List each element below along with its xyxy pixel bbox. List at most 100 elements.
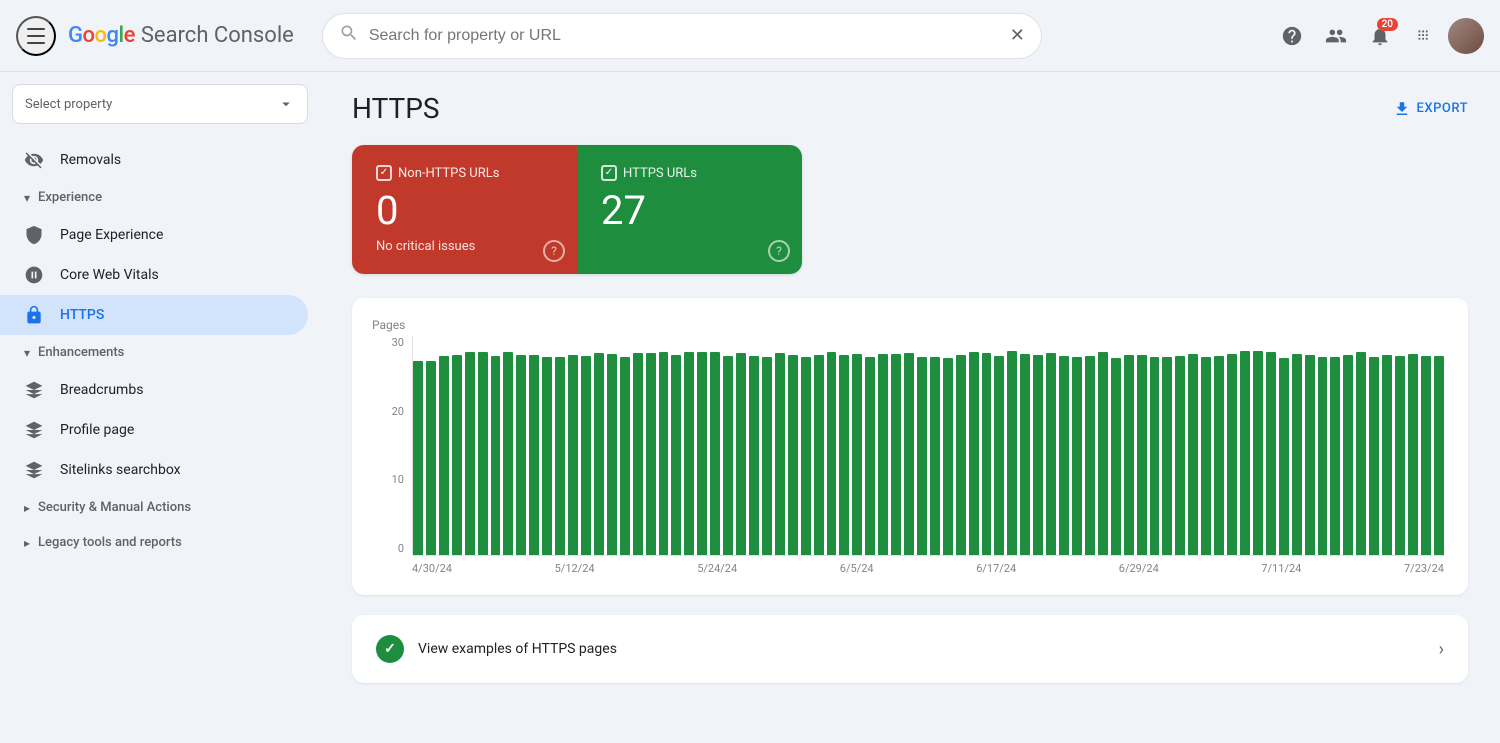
sidebar-item-label: HTTPS [60,307,104,323]
close-icon[interactable]: ✕ [1010,27,1025,45]
chart-bar [1292,354,1302,555]
chart-x-axis: 4/30/24 5/12/24 5/24/24 6/5/24 6/17/24 6… [412,556,1444,575]
chart-bar [1408,354,1418,555]
sidebar-section-experience[interactable]: ▾ Experience [0,180,320,215]
chart-wrapper: 30 20 10 0 4/30/24 5/12/24 5/24/24 6/5/2… [352,336,1444,575]
chart-bar [1162,357,1172,555]
chart-bar [568,355,578,555]
sidebar-item-label: Sitelinks searchbox [60,462,181,478]
sidebar: Select property Removals ▾ Experience Pa… [0,72,320,743]
diamond-icon [24,460,44,480]
eye-off-icon [24,150,44,170]
chart-bar [1369,357,1379,555]
notification-badge: 20 [1377,18,1398,31]
chart-bar [1240,351,1250,555]
export-button[interactable]: EXPORT [1393,100,1468,118]
nav-icons: 20 [1272,16,1484,56]
check-circle-icon: ✓ [376,635,404,663]
help-icon[interactable]: ? [543,240,565,262]
help-button[interactable] [1272,16,1312,56]
chart-bar [814,355,824,555]
chart-bar [723,356,733,555]
sidebar-item-sitelinks-searchbox[interactable]: Sitelinks searchbox [0,450,308,490]
chart-bar [852,354,862,555]
chart-bar [478,352,488,555]
chart-bar [697,352,707,555]
chart-bar [439,356,449,555]
chart-bar [516,355,526,555]
chevron-icon: ▸ [24,501,30,515]
checkbox-icon [601,165,617,181]
avatar-image [1448,18,1484,54]
chevron-icon: ▸ [24,536,30,550]
sidebar-item-page-experience[interactable]: Page Experience [0,215,308,255]
y-tick: 20 [392,405,404,418]
sidebar-item-core-web-vitals[interactable]: Core Web Vitals [0,255,308,295]
property-selector[interactable]: Select property [12,84,308,124]
users-button[interactable] [1316,16,1356,56]
diamond-icon [24,380,44,400]
view-examples-link[interactable]: ✓ View examples of HTTPS pages › [352,615,1468,683]
notifications-button[interactable]: 20 [1360,16,1400,56]
search-input[interactable] [369,27,1000,45]
bottom-card: ✓ View examples of HTTPS pages › [352,615,1468,683]
chart-y-axis: 30 20 10 0 [352,336,412,575]
chart-bar [865,357,875,555]
sidebar-item-removals[interactable]: Removals [0,140,308,180]
help-icon[interactable]: ? [768,240,790,262]
chart-bar [839,355,849,555]
x-tick: 7/23/24 [1404,562,1444,575]
sidebar-item-profile-page[interactable]: Profile page [0,410,308,450]
chart-bar [581,356,591,555]
chart-bar [594,353,604,555]
chart-bar [1046,353,1056,555]
chart-bar [1098,352,1108,555]
chart-bar [1356,352,1366,555]
avatar[interactable] [1448,18,1484,54]
x-tick: 6/17/24 [976,562,1016,575]
chart-bar [413,361,423,555]
top-nav: Google Search Console ✕ 20 [0,0,1500,72]
chart-bar [1007,351,1017,555]
chart-bars [412,336,1444,556]
chart-bar [1266,352,1276,555]
chart-bar [1124,355,1134,555]
chart-bar [684,352,694,555]
search-bar: ✕ [322,13,1042,59]
sidebar-item-https[interactable]: HTTPS [0,295,308,335]
hamburger-icon [27,28,45,44]
apps-button[interactable] [1404,16,1444,56]
chart-bar [1111,358,1121,555]
chart-bar [827,352,837,556]
chart-bar [1137,355,1147,555]
stats-cards: Non-HTTPS URLs 0 No critical issues ? HT… [352,145,802,274]
chart-bar [969,352,979,555]
chart-bar [762,357,772,555]
sidebar-section-legacy[interactable]: ▸ Legacy tools and reports [0,525,320,560]
chart-bar [1434,356,1444,555]
section-label: Experience [38,190,102,205]
chart-bar [1085,356,1095,555]
chart-bar [1033,355,1043,555]
hamburger-button[interactable] [16,16,56,56]
chart-bar [1318,357,1328,555]
chevron-icon: ▾ [24,346,30,360]
chevron-right-icon: › [1439,639,1444,660]
chart-bar [904,353,914,555]
sidebar-section-enhancements[interactable]: ▾ Enhancements [0,335,320,370]
google-logo: Google [68,23,135,48]
section-label: Legacy tools and reports [38,535,182,550]
chart-bar [1253,351,1263,555]
chart-bar [555,357,565,555]
x-tick: 7/11/24 [1261,562,1301,575]
sidebar-section-security[interactable]: ▸ Security & Manual Actions [0,490,320,525]
sidebar-item-breadcrumbs[interactable]: Breadcrumbs [0,370,308,410]
property-label: Select property [25,97,112,112]
chart-bar [943,358,953,555]
chart-bar [994,356,1004,555]
chart-bar [1020,354,1030,555]
chart-bar [878,354,888,555]
chart-bar [1382,355,1392,555]
chart-bar [917,357,927,555]
diamond-icon [24,420,44,440]
